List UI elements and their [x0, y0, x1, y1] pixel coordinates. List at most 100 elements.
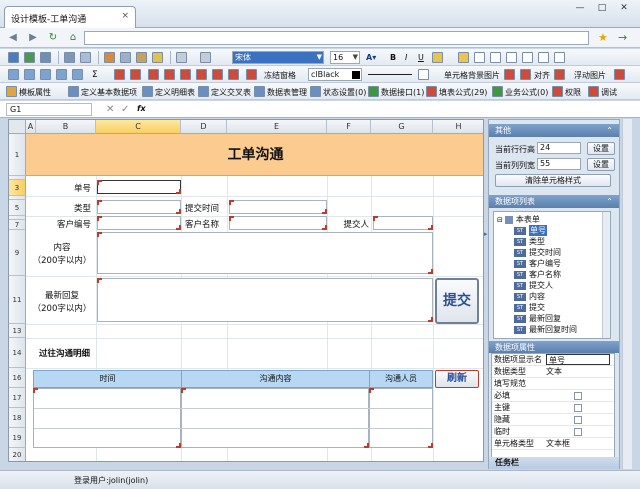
row-header-20[interactable]: 20 — [9, 448, 26, 461]
row-header-19[interactable]: 19 — [9, 428, 26, 448]
property-row[interactable]: 临时 — [492, 426, 614, 438]
table-cell-person[interactable] — [369, 388, 433, 448]
col-header-b[interactable]: B — [36, 120, 96, 134]
align-icon[interactable] — [554, 69, 565, 80]
minimize-button[interactable]: — — [570, 2, 590, 15]
cut-icon[interactable] — [104, 52, 115, 63]
tree-item[interactable]: ST 最新回复时间 — [514, 324, 577, 335]
maximize-button[interactable]: □ — [592, 2, 612, 15]
template-props-button[interactable]: 模板属性 — [19, 87, 51, 98]
undo-icon[interactable] — [176, 52, 187, 63]
property-value[interactable]: 文本框 — [546, 438, 570, 449]
row-header-14[interactable]: 14 — [9, 338, 26, 368]
delete-row-icon[interactable] — [40, 69, 51, 80]
function-icon[interactable]: fx — [137, 104, 146, 113]
go-icon[interactable]: → — [618, 31, 627, 44]
font-size-select[interactable]: 16 ▼ — [330, 51, 360, 64]
font-name-select[interactable]: 宋体 ▼ — [232, 51, 324, 64]
reply-field[interactable] — [97, 278, 433, 322]
clear-icon[interactable] — [228, 69, 239, 80]
line-style-icon[interactable] — [368, 74, 412, 75]
data-interface-button[interactable]: 数据接口(1) — [381, 87, 424, 98]
back-icon[interactable]: ◀ — [6, 31, 20, 45]
type-field[interactable] — [97, 200, 181, 214]
property-checkbox[interactable] — [574, 416, 582, 424]
property-row[interactable]: 数据项显示名 单号 — [492, 354, 614, 366]
submit-button[interactable]: 提交 — [435, 278, 479, 324]
col-header-c[interactable]: C — [96, 120, 181, 134]
image-icon[interactable] — [164, 69, 175, 80]
align-button[interactable]: 对齐 — [534, 70, 550, 81]
comment-icon[interactable] — [196, 69, 207, 80]
row-header-16[interactable]: 16 — [9, 368, 26, 388]
italic-button[interactable]: I — [405, 53, 407, 62]
tree-item[interactable]: ST 客户编号 — [514, 258, 561, 269]
align-left-icon[interactable] — [474, 52, 485, 63]
tree-item[interactable]: ST 客户名称 — [514, 269, 561, 280]
row-header-17[interactable]: 17 — [9, 388, 26, 408]
right-scrollbar[interactable] — [622, 119, 632, 469]
property-checkbox[interactable] — [574, 404, 582, 412]
align-top-icon[interactable] — [522, 52, 533, 63]
define-detail-button[interactable]: 定义明细表 — [155, 87, 195, 98]
define-cross-button[interactable]: 定义交叉表 — [211, 87, 251, 98]
paste-icon[interactable] — [136, 52, 147, 63]
tree-item[interactable]: ST 提交时间 — [514, 247, 561, 258]
property-row[interactable]: 主键 — [492, 402, 614, 414]
sort-icon[interactable] — [114, 69, 125, 80]
align-right-icon[interactable] — [506, 52, 517, 63]
property-row[interactable]: 数据类型 文本 — [492, 366, 614, 378]
url-input[interactable] — [84, 31, 589, 45]
formula-input[interactable] — [154, 103, 634, 116]
splitter-arrow-icon[interactable]: ▸ — [484, 230, 488, 238]
preview-icon[interactable] — [80, 52, 91, 63]
row-header-11[interactable]: 11 — [9, 276, 26, 324]
clear-style-button[interactable]: 清除单元格样式 — [495, 174, 611, 187]
format-painter-icon[interactable] — [152, 52, 163, 63]
align-middle-icon[interactable] — [538, 52, 549, 63]
col-width-input[interactable]: 55 — [537, 158, 581, 170]
table-cell-time[interactable] — [33, 388, 181, 448]
dataitems-panel-header[interactable]: 数据项列表 ⌃ — [489, 195, 619, 208]
col-header-g[interactable]: G — [371, 120, 433, 134]
cell-bg-image-button[interactable]: 单元格背景图片 — [444, 70, 500, 81]
merge-icon[interactable] — [72, 69, 83, 80]
freeze-icon[interactable] — [246, 69, 257, 80]
row-header-9[interactable]: 9 — [9, 230, 26, 276]
home-icon[interactable]: ⌂ — [66, 31, 80, 45]
business-formula-button[interactable]: 业务公式(0) — [505, 87, 548, 98]
col-header-h[interactable]: H — [433, 120, 483, 134]
font-color-icon[interactable]: A▾ — [366, 53, 376, 62]
property-value[interactable]: 单号 — [546, 354, 610, 365]
property-row[interactable]: 必填 — [492, 390, 614, 402]
taskbar-tab[interactable]: 任务栏 — [489, 457, 619, 469]
row-header-7[interactable]: 7 — [9, 220, 26, 230]
underline-button[interactable]: U — [418, 53, 424, 62]
property-row[interactable]: 填写规范 — [492, 378, 614, 390]
insert-row-icon[interactable] — [8, 69, 19, 80]
save-icon[interactable] — [40, 52, 51, 63]
row-header-18[interactable]: 18 — [9, 408, 26, 428]
set-col-width-button[interactable]: 设置 — [587, 158, 615, 171]
row-header-3[interactable]: 3 — [9, 180, 26, 196]
other-panel-header[interactable]: 其他 ⌃ — [489, 124, 619, 137]
copy-icon[interactable] — [120, 52, 131, 63]
sum-icon[interactable]: Σ — [92, 70, 98, 80]
table-manage-button[interactable]: 数据表管理 — [267, 87, 307, 98]
submitter-field[interactable] — [373, 216, 433, 230]
bg-image-remove-icon[interactable] — [520, 69, 531, 80]
align-center-icon[interactable] — [490, 52, 501, 63]
refresh-button[interactable]: 刷新 — [435, 370, 479, 388]
filter-icon[interactable] — [130, 69, 141, 80]
align-bottom-icon[interactable] — [554, 52, 565, 63]
property-checkbox[interactable] — [574, 428, 582, 436]
col-header-f[interactable]: F — [327, 120, 371, 134]
tree-item[interactable]: ST 提交 — [514, 302, 545, 313]
bold-button[interactable]: B — [390, 53, 396, 62]
confirm-icon[interactable]: ✓ — [121, 104, 129, 115]
borders-grid-icon[interactable] — [418, 69, 429, 80]
property-grid[interactable]: 数据项显示名 单号 数据类型 文本 填写规范 必填 主键 隐藏 临时 单元格类型 文本框 — [491, 353, 615, 465]
insert-col-icon[interactable] — [24, 69, 35, 80]
tree-item[interactable]: ST 提交人 — [514, 280, 553, 291]
row-header-1[interactable]: 1 — [9, 134, 26, 176]
